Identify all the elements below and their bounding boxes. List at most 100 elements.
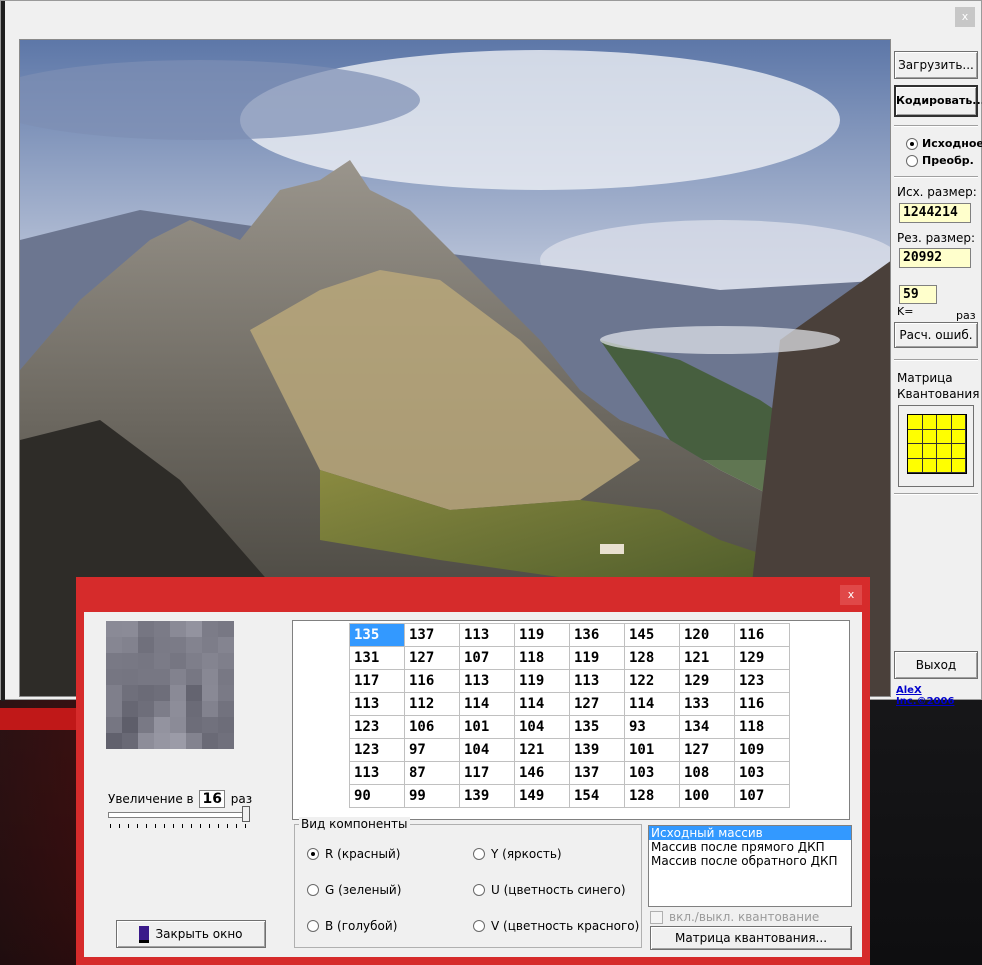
matrix-cell[interactable]: 149 xyxy=(514,784,570,808)
matrix-cell[interactable]: 117 xyxy=(349,669,405,693)
matrix-cell[interactable]: 107 xyxy=(734,784,790,808)
matrix-cell[interactable]: 114 xyxy=(514,692,570,716)
list-item[interactable]: Массив после обратного ДКП xyxy=(649,854,851,868)
matrix-cell[interactable]: 103 xyxy=(624,761,680,785)
matrix-cell[interactable]: 127 xyxy=(679,738,735,762)
matrix-cell[interactable]: 113 xyxy=(459,669,515,693)
quant-matrix-label-1: Матрица xyxy=(897,371,953,385)
matrix-cell[interactable]: 127 xyxy=(569,692,625,716)
matrix-cell[interactable]: 137 xyxy=(569,761,625,785)
matrix-cell[interactable]: 123 xyxy=(734,669,790,693)
copyright-link[interactable]: AleX Inc.©2006 xyxy=(896,685,980,707)
matrix-cell[interactable]: 116 xyxy=(734,692,790,716)
dialog-close-button[interactable]: x xyxy=(840,585,862,605)
separator xyxy=(894,176,978,178)
matrix-cell[interactable]: 136 xyxy=(569,623,625,647)
quantization-toggle[interactable]: вкл./выкл. квантование xyxy=(650,910,819,924)
matrix-cell[interactable]: 135 xyxy=(349,623,405,647)
matrix-cell[interactable]: 114 xyxy=(459,692,515,716)
list-item[interactable]: Массив после прямого ДКП xyxy=(649,840,851,854)
matrix-cell[interactable]: 114 xyxy=(624,692,680,716)
matrix-cell[interactable]: 139 xyxy=(569,738,625,762)
preview-pixel xyxy=(186,701,202,717)
matrix-cell[interactable]: 134 xyxy=(679,715,735,739)
matrix-cell[interactable]: 123 xyxy=(349,715,405,739)
matrix-cell[interactable]: 119 xyxy=(569,646,625,670)
component-y[interactable]: Y (яркость) xyxy=(473,847,562,861)
quant-matrix-dialog-button[interactable]: Матрица квантования... xyxy=(650,926,852,950)
component-u[interactable]: U (цветность синего) xyxy=(473,883,626,897)
matrix-cell[interactable]: 112 xyxy=(404,692,460,716)
matrix-cell[interactable]: 120 xyxy=(679,623,735,647)
list-item[interactable]: Исходный массив xyxy=(649,826,851,840)
matrix-cell[interactable]: 99 xyxy=(404,784,460,808)
matrix-cell[interactable]: 119 xyxy=(514,623,570,647)
matrix-cell[interactable]: 122 xyxy=(624,669,680,693)
component-b[interactable]: B (голубой) xyxy=(307,919,397,933)
matrix-cell[interactable]: 121 xyxy=(514,738,570,762)
preview-pixel xyxy=(218,685,234,701)
load-button[interactable]: Загрузить... xyxy=(894,51,978,79)
matrix-cell[interactable]: 133 xyxy=(679,692,735,716)
matrix-cell[interactable]: 107 xyxy=(459,646,515,670)
main-close-button[interactable]: x xyxy=(955,7,975,27)
matrix-cell[interactable]: 131 xyxy=(349,646,405,670)
matrix-cell[interactable]: 113 xyxy=(349,761,405,785)
matrix-cell[interactable]: 139 xyxy=(459,784,515,808)
component-r[interactable]: R (красный) xyxy=(307,847,400,861)
matrix-cell[interactable]: 128 xyxy=(624,646,680,670)
matrix-cell[interactable]: 100 xyxy=(679,784,735,808)
matrix-cell[interactable]: 135 xyxy=(569,715,625,739)
radio-transformed-label: Преобр. xyxy=(922,154,974,167)
matrix-cell[interactable]: 101 xyxy=(624,738,680,762)
matrix-cell[interactable]: 129 xyxy=(679,669,735,693)
slider-thumb[interactable] xyxy=(242,806,250,822)
matrix-cell[interactable]: 118 xyxy=(734,715,790,739)
matrix-cell[interactable]: 87 xyxy=(404,761,460,785)
matrix-cell[interactable]: 108 xyxy=(679,761,735,785)
checkbox-icon xyxy=(650,910,663,924)
matrix-cell[interactable]: 97 xyxy=(404,738,460,762)
component-g[interactable]: G (зеленый) xyxy=(307,883,401,897)
matrix-cell[interactable]: 90 xyxy=(349,784,405,808)
matrix-cell[interactable]: 106 xyxy=(404,715,460,739)
quant-matrix-button[interactable] xyxy=(898,405,974,487)
component-v[interactable]: V (цветность красного) xyxy=(473,919,639,933)
matrix-cell[interactable]: 116 xyxy=(734,623,790,647)
matrix-cell[interactable]: 127 xyxy=(404,646,460,670)
matrix-cell[interactable]: 129 xyxy=(734,646,790,670)
matrix-cell[interactable]: 128 xyxy=(624,784,680,808)
matrix-cell[interactable]: 118 xyxy=(514,646,570,670)
radio-transformed[interactable]: Преобр. xyxy=(906,154,974,167)
matrix-cell[interactable]: 145 xyxy=(624,623,680,647)
matrix-cell[interactable]: 104 xyxy=(514,715,570,739)
matrix-cell[interactable]: 137 xyxy=(404,623,460,647)
component-g-label: G (зеленый) xyxy=(325,883,402,897)
close-window-button[interactable]: Закрыть окно xyxy=(116,920,266,948)
matrix-cell[interactable]: 146 xyxy=(514,761,570,785)
matrix-cell[interactable]: 113 xyxy=(459,623,515,647)
calc-error-button[interactable]: Расч. ошиб. xyxy=(894,322,978,348)
matrix-cell[interactable]: 117 xyxy=(459,761,515,785)
matrix-cell[interactable]: 103 xyxy=(734,761,790,785)
matrix-cell[interactable]: 154 xyxy=(569,784,625,808)
matrix-cell[interactable]: 121 xyxy=(679,646,735,670)
matrix-cell[interactable]: 116 xyxy=(404,669,460,693)
matrix-cell[interactable]: 101 xyxy=(459,715,515,739)
preview-pixel xyxy=(170,733,186,749)
preview-pixel xyxy=(138,653,154,669)
encode-button[interactable]: Кодировать... xyxy=(894,85,982,117)
matrix-cell[interactable]: 119 xyxy=(514,669,570,693)
matrix-cell[interactable]: 93 xyxy=(624,715,680,739)
zoom-slider[interactable] xyxy=(108,806,254,836)
matrix-cell[interactable]: 109 xyxy=(734,738,790,762)
array-listbox[interactable]: Исходный массив Массив после прямого ДКП… xyxy=(648,825,852,907)
exit-button[interactable]: Выход xyxy=(894,651,978,679)
matrix-cell[interactable]: 113 xyxy=(569,669,625,693)
matrix-cell[interactable]: 104 xyxy=(459,738,515,762)
matrix-cell[interactable]: 113 xyxy=(349,692,405,716)
radio-original[interactable]: Исходное xyxy=(906,137,982,150)
matrix-cell[interactable]: 123 xyxy=(349,738,405,762)
preview-pixel xyxy=(170,621,186,637)
preview-pixel xyxy=(122,653,138,669)
